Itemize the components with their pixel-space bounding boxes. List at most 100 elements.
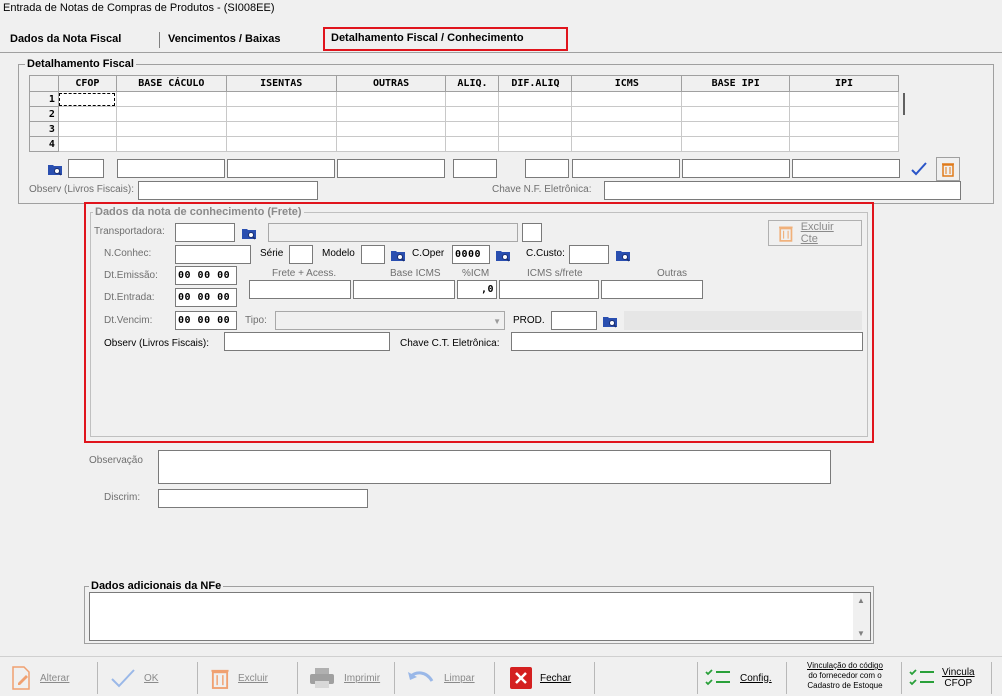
nfe-textarea[interactable]: ▲ ▼: [89, 592, 871, 641]
alterar-button[interactable]: Alterar: [10, 662, 69, 694]
table-row[interactable]: 3: [29, 121, 899, 137]
col-base-ipi[interactable]: BASE IPI: [681, 75, 791, 92]
col-base-calculo[interactable]: BASE CÁCULO: [115, 75, 227, 92]
grid-cell[interactable]: [57, 136, 117, 152]
col-dif-aliq[interactable]: DIF.ALIQ: [498, 75, 573, 92]
grid-cell[interactable]: [445, 106, 500, 122]
grid-cell[interactable]: [225, 106, 337, 122]
grid-cell[interactable]: [681, 106, 791, 122]
grid-cell[interactable]: [571, 91, 683, 107]
grid-cell[interactable]: [789, 121, 899, 137]
discrim-input[interactable]: [158, 489, 368, 508]
vincula-cfop-button[interactable]: Vincula CFOP: [908, 662, 994, 694]
config-button[interactable]: Config.: [704, 662, 772, 694]
confirm-check-icon[interactable]: [907, 158, 931, 180]
col-ipi[interactable]: IPI: [789, 75, 899, 92]
grid-scroll-thumb[interactable]: [903, 93, 905, 115]
coper-search-icon[interactable]: [493, 245, 513, 265]
tab-vencimentos-baixas[interactable]: Vencimentos / Baixas: [168, 33, 281, 45]
dif-aliq-edit-input[interactable]: [525, 159, 569, 178]
fiscal-grid[interactable]: CFOP BASE CÁCULO ISENTAS OUTRAS ALIQ. DI…: [29, 75, 899, 152]
dtvencim-input[interactable]: 00 00 00: [175, 311, 237, 330]
grid-cell[interactable]: [225, 91, 337, 107]
dtemissao-input[interactable]: 00 00 00: [175, 266, 237, 285]
table-row[interactable]: 2: [29, 106, 899, 122]
fiscal-observ-input[interactable]: [138, 181, 318, 200]
grid-cell[interactable]: [57, 106, 117, 122]
base-calculo-edit-input[interactable]: [117, 159, 225, 178]
chave-nfe-input[interactable]: [604, 181, 961, 200]
prod-search-icon[interactable]: [600, 311, 620, 331]
pct-icm-input[interactable]: ,0: [457, 280, 497, 299]
scroll-up-icon[interactable]: ▲: [857, 596, 865, 605]
frete-observ-input[interactable]: [224, 332, 390, 351]
scroll-down-icon[interactable]: ▼: [857, 629, 865, 638]
prod-input[interactable]: [551, 311, 597, 330]
chave-ct-input[interactable]: [511, 332, 863, 351]
table-row[interactable]: 1: [29, 91, 899, 107]
nfe-scrollbar[interactable]: ▲ ▼: [853, 593, 870, 640]
fechar-button[interactable]: Fechar: [510, 662, 571, 694]
col-outras[interactable]: OUTRAS: [335, 75, 447, 92]
excluir-button[interactable]: Excluir: [210, 662, 268, 694]
isentas-edit-input[interactable]: [227, 159, 335, 178]
grid-cell[interactable]: [789, 106, 899, 122]
grid-cell[interactable]: [498, 91, 573, 107]
ccusto-input[interactable]: [569, 245, 609, 264]
observacao-textarea[interactable]: [158, 450, 831, 484]
grid-cell[interactable]: [335, 121, 447, 137]
dtentrada-input[interactable]: 00 00 00: [175, 288, 237, 307]
grid-cell[interactable]: [115, 106, 227, 122]
base-ipi-edit-input[interactable]: [682, 159, 790, 178]
grid-cell[interactable]: [445, 136, 500, 152]
grid-cell[interactable]: [789, 136, 899, 152]
serie-input[interactable]: [289, 245, 313, 264]
col-cfop[interactable]: CFOP: [57, 75, 117, 92]
tipo-select[interactable]: ▼: [275, 311, 505, 330]
table-row[interactable]: 4: [29, 136, 899, 152]
grid-cell[interactable]: [225, 136, 337, 152]
tab-detalhamento-fiscal[interactable]: Detalhamento Fiscal / Conhecimento: [323, 27, 568, 51]
grid-cell[interactable]: [445, 121, 500, 137]
ok-button[interactable]: OK: [110, 662, 158, 694]
grid-cell[interactable]: [681, 136, 791, 152]
grid-cell[interactable]: [115, 121, 227, 137]
col-aliq[interactable]: ALIQ.: [445, 75, 500, 92]
outras-edit-input[interactable]: [337, 159, 445, 178]
tab-dados-nota-fiscal[interactable]: Dados da Nota Fiscal: [10, 33, 121, 45]
grid-cell[interactable]: [335, 136, 447, 152]
imprimir-button[interactable]: Imprimir: [308, 662, 380, 694]
icms-frete-input[interactable]: [499, 280, 599, 299]
grid-cell[interactable]: [571, 106, 683, 122]
col-icms[interactable]: ICMS: [571, 75, 683, 92]
search-folder-icon[interactable]: [45, 159, 65, 179]
grid-cell[interactable]: [115, 91, 227, 107]
coper-input[interactable]: 0000: [452, 245, 490, 264]
grid-cell[interactable]: [681, 91, 791, 107]
grid-cell[interactable]: [57, 91, 117, 107]
grid-cell[interactable]: [681, 121, 791, 137]
transportadora-search-icon[interactable]: [239, 223, 259, 243]
grid-cell[interactable]: [571, 121, 683, 137]
vinculacao-button[interactable]: Vinculação do código do fornecedor com o…: [792, 661, 898, 696]
delete-trash-icon[interactable]: [936, 157, 960, 181]
ccusto-search-icon[interactable]: [613, 245, 633, 265]
modelo-input[interactable]: [361, 245, 385, 264]
grid-cell[interactable]: [335, 106, 447, 122]
grid-cell[interactable]: [571, 136, 683, 152]
grid-cell[interactable]: [225, 121, 337, 137]
col-isentas[interactable]: ISENTAS: [225, 75, 337, 92]
base-icms-input[interactable]: [353, 280, 455, 299]
grid-cell[interactable]: [498, 121, 573, 137]
grid-cell[interactable]: [789, 91, 899, 107]
modelo-search-icon[interactable]: [388, 245, 408, 265]
excluir-cte-button[interactable]: Excluir Cte: [768, 220, 862, 246]
frete-acess-input[interactable]: [249, 280, 351, 299]
ipi-edit-input[interactable]: [792, 159, 900, 178]
aliq-edit-input[interactable]: [453, 159, 497, 178]
limpar-button[interactable]: Limpar: [406, 662, 475, 694]
transportadora-extra-input[interactable]: [522, 223, 542, 242]
grid-cell[interactable]: [498, 106, 573, 122]
grid-cell[interactable]: [335, 91, 447, 107]
outras-frete-input[interactable]: [601, 280, 703, 299]
